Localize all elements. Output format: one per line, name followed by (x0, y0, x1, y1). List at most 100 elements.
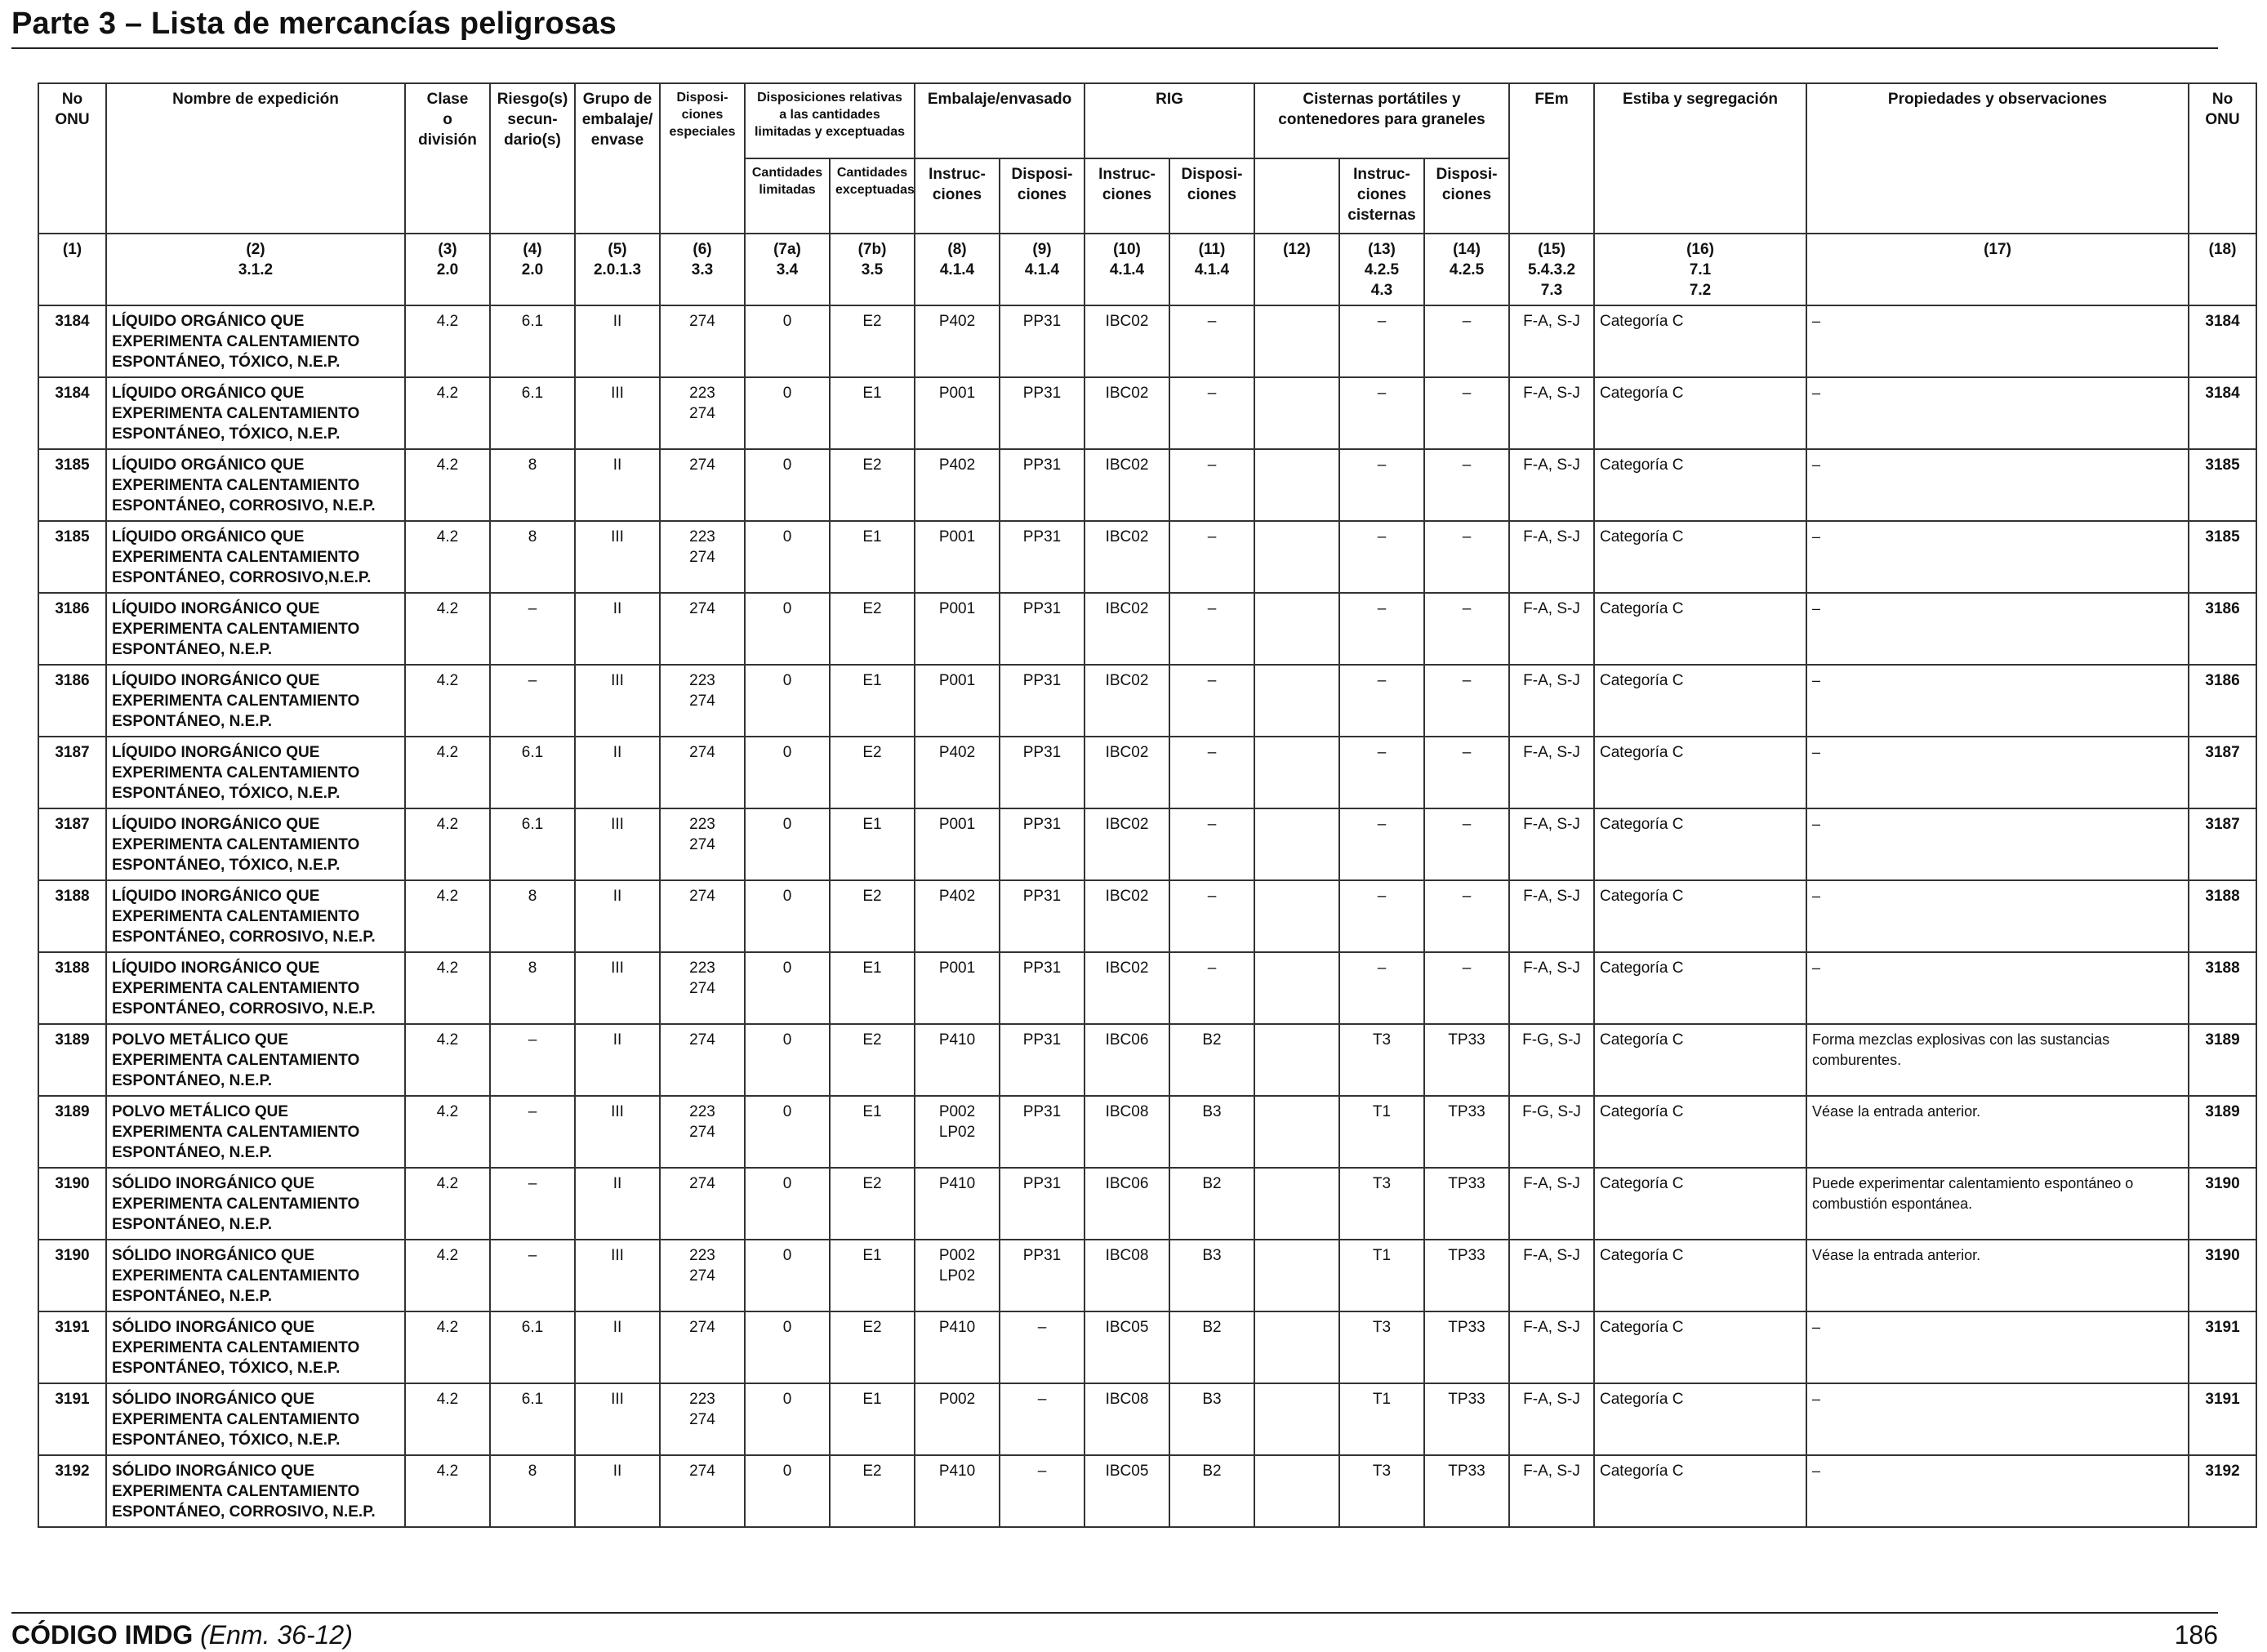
header-embalaje-group: Embalaje/envasado (914, 82, 1085, 159)
cell-packing-provisions: PP31 (999, 376, 1085, 450)
header-fem: FEm (1508, 82, 1596, 234)
cell-un-number: 3189 (38, 1023, 107, 1097)
cell-stowage: Categoría C (1593, 376, 1808, 450)
cell-packing-provisions: – (999, 1383, 1085, 1456)
cell-special-provisions: 223 274 (659, 1239, 746, 1312)
cell-class: 4.2 (404, 1454, 491, 1528)
cell-stowage: Categoría C (1593, 951, 1808, 1025)
header-rig-group: RIG (1084, 82, 1255, 159)
cell-observations: Puede experimentar calentamiento espontá… (1806, 1167, 2190, 1240)
header-disposiciones-especiales: Disposi- ciones especiales (659, 82, 746, 234)
cell-packing-provisions: PP31 (999, 305, 1085, 378)
cell-class: 4.2 (404, 1167, 491, 1240)
cell-stowage: Categoría C (1593, 1095, 1808, 1169)
cell-tank-provisions: – (1423, 520, 1511, 594)
cell-limited-quantities: 0 (744, 879, 831, 953)
header-cist-instrucciones: Instruc- ciones cisternas (1338, 158, 1425, 234)
cell-limited-quantities: 0 (744, 1383, 831, 1456)
cell-stowage: Categoría C (1593, 1023, 1808, 1097)
cell-ibc-instructions: IBC02 (1084, 664, 1170, 737)
footer-code-title: CÓDIGO IMDG (11, 1620, 194, 1650)
cell-tank-provisions: TP33 (1423, 1311, 1511, 1384)
cell-ems: F-A, S-J (1508, 448, 1596, 522)
table-row: 3186 LÍQUIDO INORGÁNICO QUE EXPERIMENTA C… (38, 592, 2258, 666)
page-number: 186 (2174, 1620, 2218, 1650)
header-rig-instrucciones: Instruc- ciones (1084, 158, 1170, 234)
cell-ibc-instructions: IBC08 (1084, 1383, 1170, 1456)
header-row-main: No ONU Nombre de expedición Clase o divi… (38, 82, 2258, 234)
header-clase: Clase o división (404, 82, 491, 234)
cell-packing-instructions: P001 (914, 808, 1000, 881)
cell-tank-instructions: – (1338, 520, 1425, 594)
cell-tank-provisions: TP33 (1423, 1239, 1511, 1312)
cell-ibc-provisions: B3 (1169, 1095, 1255, 1169)
cell-ems: F-A, S-J (1508, 808, 1596, 881)
column-reference: (3) 2.0 (404, 233, 491, 306)
cell-excepted-quantities: E1 (829, 1095, 915, 1169)
cell-tank-provisions: TP33 (1423, 1383, 1511, 1456)
cell-ems: F-A, S-J (1508, 664, 1596, 737)
cell-tank-instructions: – (1338, 448, 1425, 522)
cell-ibc-instructions: IBC02 (1084, 808, 1170, 881)
cell-observations: Véase la entrada anterior. (1806, 1095, 2190, 1169)
cell-ibc-provisions: – (1169, 448, 1255, 522)
cell-excepted-quantities: E2 (829, 1454, 915, 1528)
cell-ibc-instructions: IBC02 (1084, 592, 1170, 666)
cell-observations: – (1806, 376, 2190, 450)
cell-class: 4.2 (404, 592, 491, 666)
cell-tank-instructions: – (1338, 808, 1425, 881)
cell-special-provisions: 274 (659, 592, 746, 666)
cell-packing-group: III (574, 1239, 661, 1312)
table-row: 3189 POLVO METÁLICO QUE EXPERIMENTA CALEN… (38, 1095, 2258, 1169)
cell-un-number: 3185 (38, 520, 107, 594)
cell-stowage: Categoría C (1593, 879, 1808, 953)
cell-tank-instructions: T1 (1338, 1383, 1425, 1456)
cell-tank-instructions: T1 (1338, 1239, 1425, 1312)
cell-excepted-quantities: E2 (829, 879, 915, 953)
footer-edition: (Enm. 36-12) (200, 1620, 353, 1650)
cell-un-number: 3186 (38, 592, 107, 666)
cell-packing-provisions: PP31 (999, 1167, 1085, 1240)
header-riesgo: Riesgo(s) secun- dario(s) (489, 82, 576, 234)
cell-packing-instructions: P001 (914, 951, 1000, 1025)
cell-ems: F-A, S-J (1508, 305, 1596, 378)
cell-un-number-right: 3192 (2188, 1454, 2258, 1528)
cell-limited-quantities: 0 (744, 1239, 831, 1312)
cell-packing-instructions: P402 (914, 736, 1000, 809)
header-cist-disposiciones: Disposi- ciones (1423, 158, 1511, 234)
cell-shipping-name: LÍQUIDO ORGÁNICO QUE EXPERIMENTA CALENTA… (105, 520, 406, 594)
cell-stowage: Categoría C (1593, 448, 1808, 522)
cell-packing-instructions: P402 (914, 879, 1000, 953)
header-no-onu-right: No ONU (2188, 82, 2258, 234)
cell-tank-instructions: – (1338, 592, 1425, 666)
cell-subsidiary-risk: – (489, 1095, 576, 1169)
cell-ibc-provisions: B3 (1169, 1383, 1255, 1456)
cell-ibc-instructions: IBC02 (1084, 305, 1170, 378)
column-reference: (2) 3.1.2 (105, 233, 406, 306)
cell-class: 4.2 (404, 305, 491, 378)
cell-shipping-name: LÍQUIDO INORGÁNICO QUE EXPERIMENTA CALEN… (105, 736, 406, 809)
cell-un-number-right: 3189 (2188, 1023, 2258, 1097)
footer-code: CÓDIGO IMDG (Enm. 36-12) (11, 1620, 353, 1650)
cell-packing-group: II (574, 879, 661, 953)
cell-excepted-quantities: E1 (829, 1383, 915, 1456)
cell-excepted-quantities: E1 (829, 664, 915, 737)
cell-special-provisions: 274 (659, 1454, 746, 1528)
cell-packing-instructions: P410 (914, 1023, 1000, 1097)
cell-un-number-right: 3187 (2188, 736, 2258, 809)
cell-col12 (1254, 951, 1340, 1025)
cell-packing-provisions: PP31 (999, 592, 1085, 666)
cell-observations: – (1806, 520, 2190, 594)
header-cant-exceptuadas: Cantidades exceptuadas (829, 158, 915, 234)
cell-subsidiary-risk: 6.1 (489, 736, 576, 809)
cell-class: 4.2 (404, 448, 491, 522)
cell-un-number: 3191 (38, 1383, 107, 1456)
cell-excepted-quantities: E1 (829, 808, 915, 881)
cell-special-provisions: 274 (659, 879, 746, 953)
header-cisternas-group: Cisternas portátiles y contenedores para… (1253, 82, 1511, 159)
cell-observations: – (1806, 592, 2190, 666)
cell-limited-quantities: 0 (744, 808, 831, 881)
cell-un-number: 3184 (38, 305, 107, 378)
cell-packing-instructions: P002 (914, 1383, 1000, 1456)
cell-tank-instructions: T1 (1338, 1095, 1425, 1169)
